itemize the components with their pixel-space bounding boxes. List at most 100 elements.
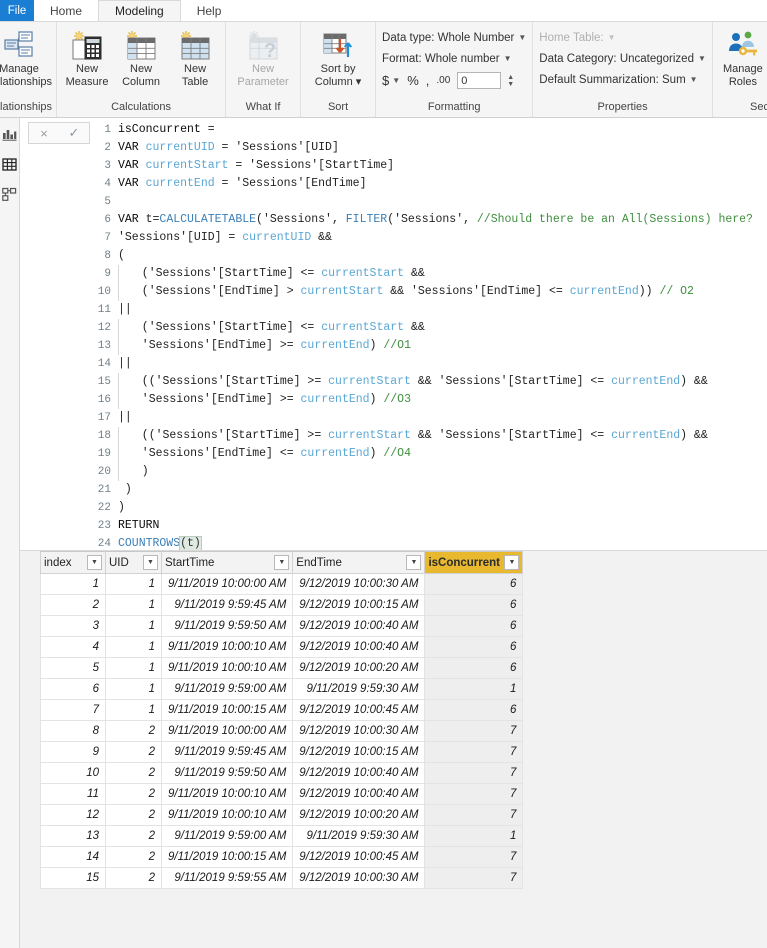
cell-uid[interactable]: 2 [105,783,162,805]
manage-relationships-button[interactable]: Manage Relationships [0,25,52,90]
table-row[interactable]: 13 2 9/11/2019 9:59:00 AM 9/11/2019 9:59:30… [40,825,524,847]
cell-index[interactable]: 1 [40,573,106,595]
chevron-down-icon[interactable]: ▼ [392,76,400,85]
currency-button[interactable]: $ [382,73,389,88]
cell-endtime[interactable]: 9/12/2019 10:00:40 AM [292,615,426,637]
cell-starttime[interactable]: 9/11/2019 10:00:10 AM [160,636,294,658]
cell-isconcurrent[interactable]: 6 [424,636,524,658]
cell-endtime[interactable]: 9/12/2019 10:00:40 AM [292,636,426,658]
cell-uid[interactable]: 1 [105,678,162,700]
cell-index[interactable]: 2 [40,594,106,616]
cell-starttime[interactable]: 9/11/2019 9:59:00 AM [160,678,294,700]
filter-dropdown-icon[interactable]: ▼ [87,555,102,570]
cell-isconcurrent[interactable]: 6 [424,657,524,679]
table-row[interactable]: 3 1 9/11/2019 9:59:50 AM 9/12/2019 10:00:40… [40,615,524,637]
cell-uid[interactable]: 2 [105,762,162,784]
new-column-button[interactable]: New Column [115,25,167,90]
new-parameter-button[interactable]: ? New Parameter [230,25,296,90]
cell-endtime[interactable]: 9/11/2019 9:59:30 AM [292,825,426,847]
table-row[interactable]: 9 2 9/11/2019 9:59:45 AM 9/12/2019 10:00:15… [40,741,524,763]
cell-starttime[interactable]: 9/11/2019 9:59:50 AM [160,615,294,637]
cell-starttime[interactable]: 9/11/2019 10:00:10 AM [160,804,294,826]
cell-uid[interactable]: 1 [105,636,162,658]
cell-starttime[interactable]: 9/11/2019 10:00:00 AM [160,573,294,595]
table-row[interactable]: 6 1 9/11/2019 9:59:00 AM 9/11/2019 9:59:30 … [40,678,524,700]
cell-isconcurrent[interactable]: 7 [424,804,524,826]
cell-endtime[interactable]: 9/12/2019 10:00:15 AM [292,741,426,763]
cell-endtime[interactable]: 9/12/2019 10:00:40 AM [292,762,426,784]
decimal-places-button[interactable]: .00 [436,75,450,86]
data-view-icon[interactable] [2,156,18,172]
cell-index[interactable]: 13 [40,825,106,847]
thousands-separator-button[interactable]: , [426,73,430,88]
cell-uid[interactable]: 1 [105,594,162,616]
decimal-places-input[interactable]: 0 [457,72,502,89]
format-dropdown[interactable]: Format: Whole number ▼ [382,48,526,69]
cell-isconcurrent[interactable]: 7 [424,867,524,889]
column-header-endtime[interactable]: EndTime ▼ [292,551,426,574]
filter-dropdown-icon[interactable]: ▼ [406,555,422,570]
cell-isconcurrent[interactable]: 6 [424,699,524,721]
cell-isconcurrent[interactable]: 6 [424,573,524,595]
cell-endtime[interactable]: 9/12/2019 10:00:45 AM [292,846,426,868]
tab-modeling[interactable]: Modeling [98,0,181,21]
table-row[interactable]: 8 2 9/11/2019 10:00:00 AM 9/12/2019 10:00:3… [40,720,524,742]
cell-endtime[interactable]: 9/12/2019 10:00:40 AM [292,783,426,805]
cell-isconcurrent[interactable]: 7 [424,720,524,742]
data-grid-container[interactable]: index ▼ UID ▼ StartTime ▼ EndTime ▼ isConcurrent… [20,551,767,948]
cell-endtime[interactable]: 9/12/2019 10:00:15 AM [292,594,426,616]
column-header-uid[interactable]: UID ▼ [105,551,162,574]
cell-uid[interactable]: 1 [105,573,162,595]
cell-uid[interactable]: 1 [105,699,162,721]
data-type-dropdown[interactable]: Data type: Whole Number ▼ [382,27,526,48]
tab-home[interactable]: Home [34,0,98,21]
table-row[interactable]: 10 2 9/11/2019 9:59:50 AM 9/12/2019 10:00:4… [40,762,524,784]
cell-index[interactable]: 6 [40,678,106,700]
cell-starttime[interactable]: 9/11/2019 9:59:50 AM [160,762,294,784]
cell-index[interactable]: 11 [40,783,106,805]
cell-isconcurrent[interactable]: 7 [424,783,524,805]
cell-endtime[interactable]: 9/12/2019 10:00:45 AM [292,699,426,721]
cell-starttime[interactable]: 9/11/2019 9:59:45 AM [160,594,294,616]
column-header-isconcurrent[interactable]: isConcurrent ▼ [424,551,524,574]
table-row[interactable]: 11 2 9/11/2019 10:00:10 AM 9/12/2019 10:00:… [40,783,524,805]
cell-endtime[interactable]: 9/12/2019 10:00:20 AM [292,804,426,826]
table-row[interactable]: 7 1 9/11/2019 10:00:15 AM 9/12/2019 10:00:4… [40,699,524,721]
cell-index[interactable]: 4 [40,636,106,658]
cell-starttime[interactable]: 9/11/2019 10:00:00 AM [160,720,294,742]
cell-uid[interactable]: 2 [105,867,162,889]
cell-index[interactable]: 5 [40,657,106,679]
cell-isconcurrent[interactable]: 1 [424,825,524,847]
cell-index[interactable]: 8 [40,720,106,742]
data-category-dropdown[interactable]: Data Category: Uncategorized ▼ [539,48,706,69]
tab-file[interactable]: File [0,0,34,21]
cell-starttime[interactable]: 9/11/2019 9:59:00 AM [160,825,294,847]
commit-formula-button[interactable]: ✓ [59,123,89,143]
cell-index[interactable]: 14 [40,846,106,868]
cell-uid[interactable]: 2 [105,846,162,868]
table-row[interactable]: 2 1 9/11/2019 9:59:45 AM 9/12/2019 10:00:15… [40,594,524,616]
cell-starttime[interactable]: 9/11/2019 9:59:55 AM [160,867,294,889]
table-row[interactable]: 12 2 9/11/2019 10:00:10 AM 9/12/2019 10:00:… [40,804,524,826]
cell-index[interactable]: 9 [40,741,106,763]
cell-isconcurrent[interactable]: 1 [424,678,524,700]
filter-dropdown-icon[interactable]: ▼ [504,555,520,570]
cell-isconcurrent[interactable]: 7 [424,741,524,763]
cell-uid[interactable]: 2 [105,720,162,742]
cell-starttime[interactable]: 9/11/2019 10:00:10 AM [160,657,294,679]
home-table-dropdown[interactable]: Home Table: ▼ [539,27,706,48]
cell-uid[interactable]: 1 [105,657,162,679]
new-measure-button[interactable]: New Measure [61,25,113,90]
cell-endtime[interactable]: 9/11/2019 9:59:30 AM [292,678,426,700]
cell-isconcurrent[interactable]: 7 [424,762,524,784]
decimal-places-stepper[interactable]: ▲ ▼ [507,74,514,88]
cell-isconcurrent[interactable]: 7 [424,846,524,868]
cell-index[interactable]: 3 [40,615,106,637]
sort-by-column-button[interactable]: Sort by Column ▾ [305,25,371,90]
report-view-icon[interactable] [2,126,18,142]
cell-starttime[interactable]: 9/11/2019 9:59:45 AM [160,741,294,763]
new-table-button[interactable]: New Table [169,25,221,90]
cell-endtime[interactable]: 9/12/2019 10:00:30 AM [292,573,426,595]
table-row[interactable]: 1 1 9/11/2019 10:00:00 AM 9/12/2019 10:00:3… [40,573,524,595]
default-summarization-dropdown[interactable]: Default Summarization: Sum ▼ [539,69,706,90]
